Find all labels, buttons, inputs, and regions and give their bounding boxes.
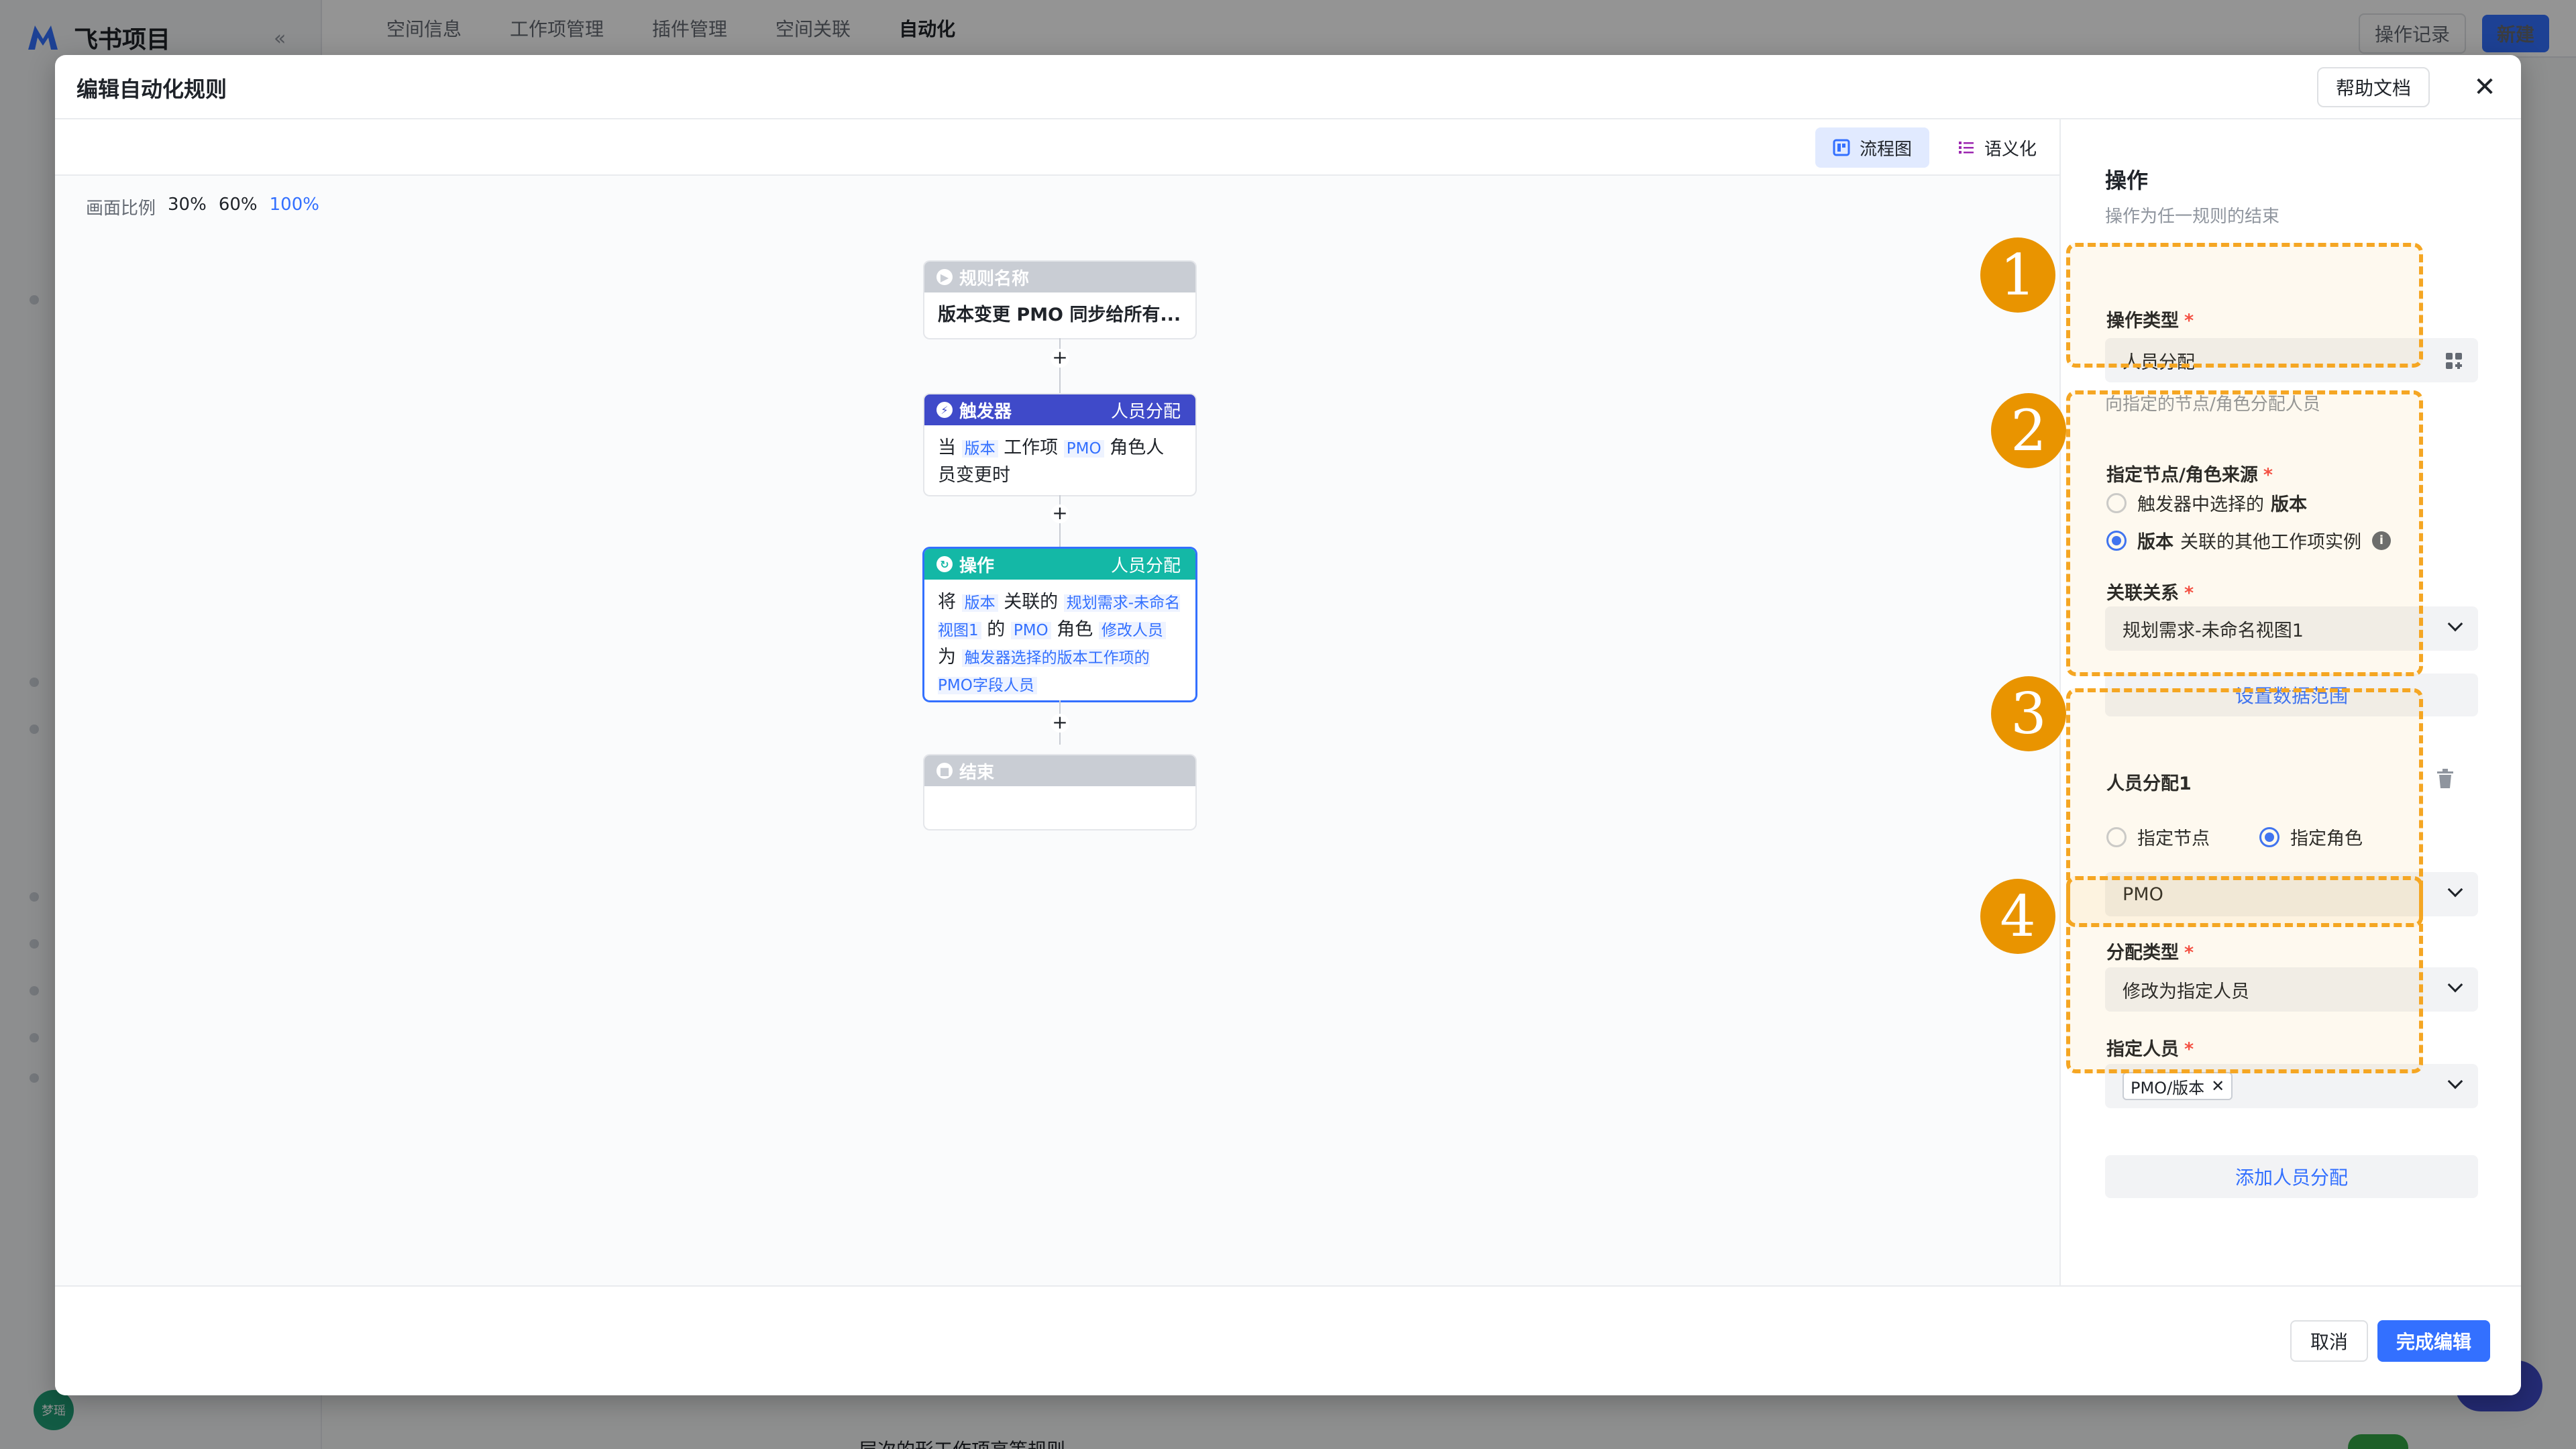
add-step-button[interactable]: +	[1051, 504, 1069, 523]
annotation-badge-4: 4	[1980, 879, 2055, 954]
end-head-label: 结束	[959, 762, 995, 783]
annotation-badge-1: 1	[1980, 237, 2055, 313]
annotation-box-1	[2066, 243, 2423, 368]
action-text: 关联的	[1004, 592, 1059, 612]
annotation-box-4	[2066, 876, 2423, 1073]
modal-header: 编辑自动化规则 帮助文档 ✕	[55, 55, 2521, 119]
trigger-text: 当	[938, 437, 956, 458]
trigger-sub-label: 人员分配	[1110, 401, 1181, 422]
person-chip-label: PMO/版本	[2131, 1078, 2205, 1097]
action-tag: PMO	[1010, 622, 1051, 639]
trigger-head-label: 触发器	[959, 401, 1012, 422]
zoom-100[interactable]: 100%	[270, 195, 319, 219]
list-icon	[1959, 142, 1974, 154]
annotation-box-2	[2066, 390, 2423, 676]
add-step-button[interactable]: +	[1051, 348, 1069, 368]
zoom-label: 画面比例	[86, 199, 156, 219]
chevron-down-icon	[2447, 881, 2463, 898]
person-chip: PMO/版本 ✕	[2123, 1072, 2233, 1100]
bolt-icon: ⚡	[936, 402, 953, 418]
action-text: 将	[938, 592, 956, 612]
stop-icon: ■	[936, 763, 953, 779]
panel-description: 操作为任一规则的结束	[2105, 207, 2280, 227]
trigger-node[interactable]: ⚡ 触发器 人员分配 当 版本 工作项 PMO 角色人员变更时	[924, 394, 1195, 495]
edit-automation-modal: 编辑自动化规则 帮助文档 ✕ 流程图 语义化 画面比例 30% 60% 100%…	[55, 55, 2521, 1395]
annotation-badge-2: 2	[1991, 393, 2066, 468]
zoom-30[interactable]: 30%	[168, 195, 207, 219]
trigger-tag: PMO	[1063, 440, 1104, 458]
action-tag: 触发器选择的版本工作项的PMO字段人员	[938, 649, 1150, 694]
trigger-description: 当 版本 工作项 PMO 角色人员变更时	[924, 425, 1195, 495]
play-icon: ▶	[936, 269, 953, 285]
end-node[interactable]: ■ 结束	[924, 755, 1195, 829]
action-tag: 版本	[961, 594, 998, 612]
add-assign-button[interactable]: 添加人员分配	[2105, 1155, 2478, 1198]
action-node[interactable]: ↻ 操作 人员分配 将 版本 关联的 规划需求-未命名视图1 的 PMO 角色 …	[924, 549, 1195, 700]
view-switch-bar: 流程图 语义化	[55, 119, 2059, 176]
help-doc-button[interactable]: 帮助文档	[2317, 67, 2430, 107]
annotation-badge-3: 3	[1991, 676, 2066, 751]
add-step-button[interactable]: +	[1051, 713, 1069, 733]
flowchart-view-label: 流程图	[1860, 139, 1913, 160]
close-icon[interactable]: ✕	[2467, 70, 2502, 105]
chevron-down-icon	[2447, 1073, 2463, 1089]
action-text: 的	[987, 619, 1006, 640]
action-tag: 修改人员	[1098, 622, 1166, 639]
panel-title: 操作	[2105, 168, 2149, 193]
flowchart-icon	[1833, 139, 1850, 156]
zoom-60[interactable]: 60%	[219, 195, 258, 219]
chevron-down-icon	[2447, 616, 2463, 632]
action-head-label: 操作	[959, 555, 995, 576]
chevron-down-icon	[2447, 977, 2463, 993]
cancel-button[interactable]: 取消	[2290, 1320, 2369, 1362]
modal-title: 编辑自动化规则	[76, 76, 227, 102]
action-description: 将 版本 关联的 规划需求-未命名视图1 的 PMO 角色 修改人员 为 触发器…	[924, 580, 1195, 700]
action-sub-label: 人员分配	[1110, 555, 1181, 576]
flow-canvas[interactable]: 画面比例 30% 60% 100% ▶ 规则名称 版本变更 PMO 同步给所有.…	[55, 176, 2059, 1285]
end-node-head: ■ 结束	[924, 755, 1195, 786]
trigger-tag: 版本	[961, 440, 998, 458]
chip-close-icon[interactable]: ✕	[2211, 1077, 2224, 1095]
flowchart-view-button[interactable]: 流程图	[1815, 127, 1930, 168]
rule-name-text: 版本变更 PMO 同步给所有...	[938, 305, 1181, 325]
action-text: 为	[938, 647, 956, 667]
action-node-head: ↻ 操作 人员分配	[924, 549, 1195, 580]
trigger-node-head: ⚡ 触发器 人员分配	[924, 394, 1195, 425]
trigger-text: 工作项	[1004, 437, 1059, 458]
zoom-controls: 画面比例 30% 60% 100%	[86, 195, 319, 219]
trash-icon[interactable]	[2436, 769, 2454, 789]
rule-name-head-label: 规则名称	[959, 268, 1030, 289]
grid-icon	[2446, 353, 2462, 369]
action-text: 角色	[1057, 619, 1093, 640]
rule-name-node[interactable]: ▶ 规则名称 版本变更 PMO 同步给所有...	[924, 262, 1195, 338]
semantic-view-label: 语义化	[1984, 139, 2037, 160]
modal-footer: 取消 完成编辑	[55, 1285, 2521, 1395]
rule-name-node-head: ▶ 规则名称	[924, 262, 1195, 292]
semantic-view-button[interactable]: 语义化	[1944, 127, 2050, 168]
action-icon: ↻	[936, 556, 953, 572]
done-button[interactable]: 完成编辑	[2377, 1320, 2491, 1362]
